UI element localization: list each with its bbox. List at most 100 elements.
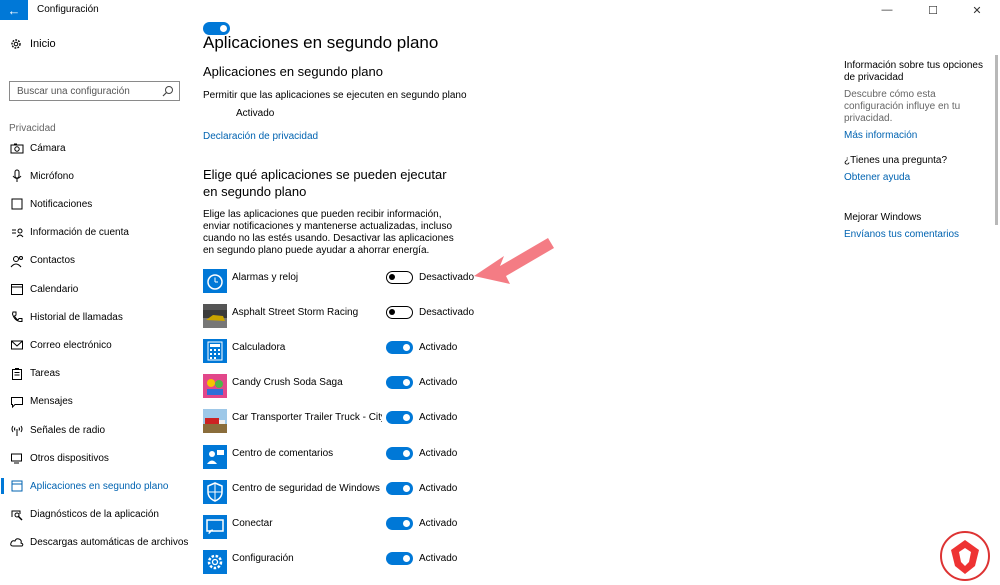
- sidebar-item[interactable]: Notificaciones: [0, 190, 190, 218]
- send-feedback-link[interactable]: Envíanos tus comentarios: [844, 229, 989, 240]
- question-title: ¿Tienes una pregunta?: [844, 155, 948, 166]
- sidebar-item[interactable]: Historial de llamadas: [0, 303, 190, 331]
- sidebar-item-label: Tareas: [30, 368, 61, 380]
- sidebar: Inicio Buscar una configuración Privacid…: [0, 20, 190, 585]
- connect-icon: [203, 515, 227, 539]
- sidebar-item[interactable]: Mensajes: [0, 388, 190, 416]
- sidebar-item[interactable]: Contactos: [0, 247, 190, 275]
- app-row: Car Transporter Trailer Truck - City C..…: [203, 409, 503, 437]
- app-row: Alarmas y reloj Desactivado: [203, 269, 503, 297]
- home-link[interactable]: Inicio: [10, 38, 56, 50]
- app-toggle-state: Activado: [419, 377, 458, 388]
- microphone-icon: [12, 169, 22, 183]
- app-name: Configuración: [232, 553, 294, 564]
- section-title-background-apps: Aplicaciones en segundo plano: [203, 64, 383, 79]
- search-placeholder: Buscar una configuración: [17, 86, 130, 97]
- sidebar-item[interactable]: Calendario: [0, 275, 190, 303]
- sidebar-item[interactable]: Tareas: [0, 360, 190, 388]
- app-background-toggle[interactable]: [386, 517, 413, 530]
- section-description: Elige las aplicaciones que pueden recibi…: [203, 209, 454, 256]
- devices-icon: [11, 453, 22, 464]
- main-content: Aplicaciones en segundo plano Aplicacion…: [203, 20, 803, 585]
- app-toggle-state: Activado: [419, 518, 458, 529]
- app-background-toggle[interactable]: [386, 552, 413, 565]
- gear-icon: [11, 39, 21, 49]
- sidebar-item[interactable]: Otros dispositivos: [0, 444, 190, 472]
- app-row: Conectar Activado: [203, 515, 503, 543]
- camera-icon: [10, 143, 24, 154]
- title-bar: ← Configuración — ☐ ✕: [0, 0, 1000, 20]
- app-background-toggle[interactable]: [386, 482, 413, 495]
- app-toggle-state: Activado: [419, 448, 458, 459]
- sidebar-item[interactable]: Información de cuenta: [0, 219, 190, 247]
- app-background-toggle[interactable]: [386, 271, 413, 284]
- sidebar-item-label: Contactos: [30, 255, 76, 267]
- sidebar-item-label: Mensajes: [30, 396, 73, 408]
- app-background-toggle[interactable]: [386, 411, 413, 424]
- scrollbar[interactable]: [995, 55, 998, 225]
- minimize-button[interactable]: —: [864, 0, 910, 20]
- question-block: ¿Tienes una pregunta? Obtener ayuda: [844, 155, 989, 183]
- downloads-icon: [10, 538, 24, 547]
- app-name: Calculadora: [232, 342, 286, 353]
- privacy-statement-link[interactable]: Declaración de privacidad: [203, 131, 318, 142]
- sidebar-item-label: Descargas automáticas de archivos: [30, 537, 189, 549]
- back-button[interactable]: ←: [0, 0, 28, 20]
- car-transporter-icon: [203, 409, 227, 433]
- asphalt-racing-icon: [203, 304, 227, 328]
- privacy-info-title: Información sobre tus opciones de privac…: [844, 60, 983, 83]
- master-toggle-state: Activado: [236, 108, 275, 119]
- app-name: Car Transporter Trailer Truck - City C..…: [232, 412, 382, 423]
- background-apps-icon: [11, 480, 23, 492]
- maximize-button[interactable]: ☐: [910, 0, 956, 20]
- privacy-info-block: Información sobre tus opciones de privac…: [844, 60, 989, 141]
- section-title-choose-apps: Elige qué aplicaciones se pueden ejecuta…: [203, 167, 447, 199]
- window-title: Configuración: [37, 4, 99, 15]
- app-row: Candy Crush Soda Saga Activado: [203, 374, 503, 402]
- get-help-link[interactable]: Obtener ayuda: [844, 172, 989, 183]
- feedback-hub-icon: [203, 445, 227, 469]
- email-icon: [11, 340, 23, 350]
- notifications-icon: [11, 198, 23, 210]
- app-name: Centro de seguridad de Windows D...: [232, 483, 382, 494]
- sidebar-item[interactable]: Correo electrónico: [0, 331, 190, 359]
- app-row: Centro de comentarios Activado: [203, 445, 503, 473]
- close-button[interactable]: ✕: [954, 0, 1000, 20]
- home-label: Inicio: [30, 38, 56, 50]
- sidebar-item[interactable]: Descargas automáticas de archivos: [0, 529, 190, 557]
- app-background-toggle[interactable]: [386, 306, 413, 319]
- sidebar-item[interactable]: Cámara: [0, 134, 190, 162]
- calendar-icon: [11, 284, 23, 295]
- app-name: Asphalt Street Storm Racing: [232, 307, 359, 318]
- app-name: Conectar: [232, 518, 273, 529]
- search-icon[interactable]: [162, 85, 174, 97]
- watermark-logo-icon: [940, 531, 990, 581]
- app-name: Candy Crush Soda Saga: [232, 377, 343, 388]
- sidebar-item-label: Correo electrónico: [30, 339, 112, 351]
- app-toggle-state: Activado: [419, 412, 458, 423]
- app-background-toggle[interactable]: [386, 341, 413, 354]
- sidebar-item[interactable]: Micrófono: [0, 162, 190, 190]
- back-arrow-icon: ←: [7, 2, 21, 18]
- radio-icon: [11, 425, 23, 436]
- app-row: Calculadora Activado: [203, 339, 503, 367]
- sidebar-item[interactable]: Señales de radio: [0, 416, 190, 444]
- app-background-toggle[interactable]: [386, 376, 413, 389]
- sidebar-item-label: Cámara: [30, 142, 66, 154]
- diagnostics-icon: [11, 510, 23, 521]
- app-toggle-state: Activado: [419, 342, 458, 353]
- master-background-toggle[interactable]: [203, 22, 230, 35]
- sidebar-item[interactable]: Diagnósticos de la aplicación: [0, 501, 190, 529]
- sidebar-item-label: Información de cuenta: [30, 227, 129, 239]
- search-box[interactable]: Buscar una configuración: [9, 81, 180, 101]
- sidebar-item-label: Otros dispositivos: [30, 452, 109, 464]
- app-background-toggle[interactable]: [386, 447, 413, 460]
- privacy-info-desc: Descubre cómo esta configuración influye…: [844, 89, 961, 124]
- more-info-link[interactable]: Más información: [844, 130, 989, 141]
- app-toggle-state: Activado: [419, 483, 458, 494]
- app-name: Centro de comentarios: [232, 448, 334, 459]
- maximize-icon: ☐: [928, 4, 938, 17]
- sidebar-item[interactable]: Aplicaciones en segundo plano: [0, 472, 190, 500]
- candy-crush-icon: [203, 374, 227, 398]
- allow-background-label: Permitir que las aplicaciones se ejecute…: [203, 90, 467, 101]
